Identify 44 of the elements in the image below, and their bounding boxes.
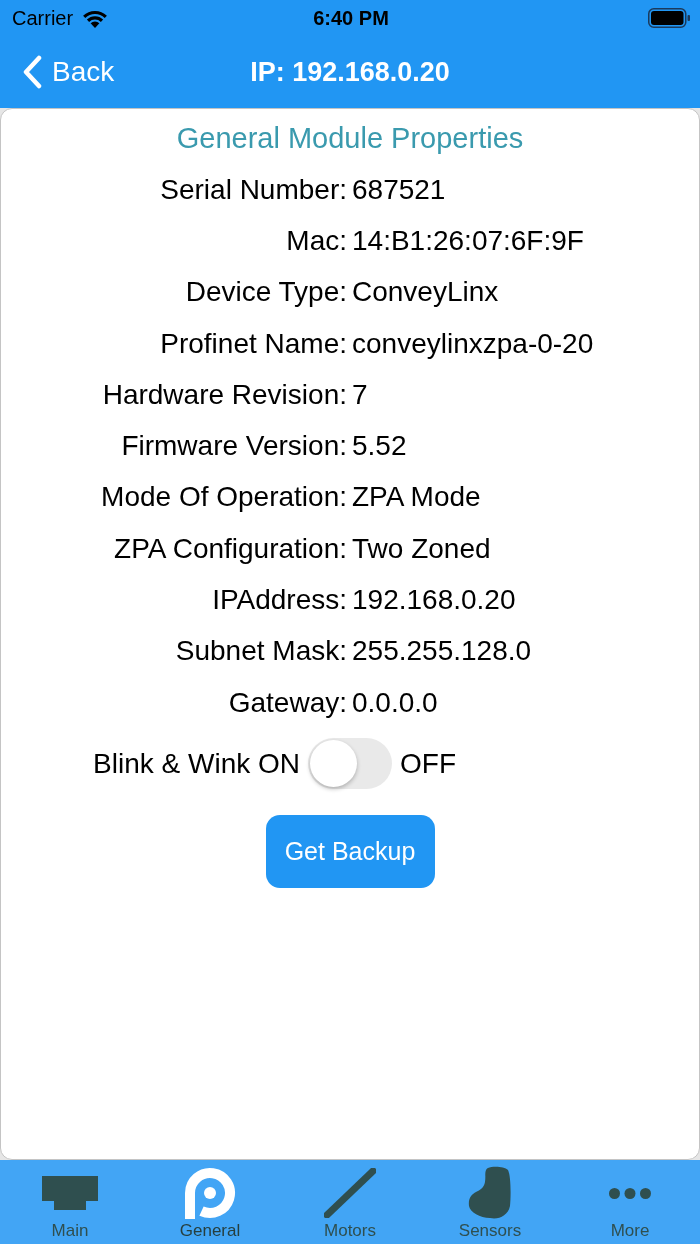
blob-icon <box>468 1166 512 1220</box>
property-value: 5.52 <box>352 430 407 463</box>
property-label: Device Type: <box>185 276 347 309</box>
property-label: Subnet Mask: <box>175 635 347 668</box>
tab[interactable]: More <box>560 1160 700 1244</box>
wifi-icon <box>82 8 109 28</box>
tab[interactable]: General <box>140 1160 280 1244</box>
property-value: 192.168.0.20 <box>352 584 516 616</box>
property-value: ZPA Mode <box>352 481 481 514</box>
property-label: ZPA Configuration: <box>114 532 347 565</box>
diagonal-bar-icon <box>324 1168 376 1218</box>
property-value: 255.255.128.0 <box>352 635 532 668</box>
section-title: General Module Properties <box>176 121 524 155</box>
backup-button[interactable]: Get Backup <box>265 815 435 889</box>
property-value: 687521 <box>352 173 446 206</box>
tab[interactable]: Sensors <box>420 1160 560 1244</box>
tab[interactable]: Main <box>0 1160 140 1244</box>
property-label: IPAddress: <box>212 584 347 616</box>
back-button[interactable]: Back <box>0 55 119 89</box>
tray-icon <box>42 1176 98 1210</box>
property-label: Firmware Version: <box>121 430 347 463</box>
property-value: Two Zoned <box>352 532 491 565</box>
property-value: conveylinxzpa-0-20 <box>352 327 594 360</box>
property-value: ConveyLinx <box>352 276 499 309</box>
property-label: Hardware Revision: <box>102 378 347 411</box>
toggle-switch[interactable] <box>308 738 392 790</box>
property-value: 14:B1:26:07:6F:9F <box>352 224 584 257</box>
property-label: Profinet Name: <box>160 327 347 360</box>
toggle-label: Blink & Wink ON <box>93 747 300 780</box>
tab[interactable]: Motors <box>280 1160 420 1244</box>
status-time: 6:40 PM <box>313 6 389 30</box>
property-label: Serial Number: <box>160 173 347 206</box>
property-value: 7 <box>352 378 368 411</box>
letter-p-icon <box>184 1167 236 1219</box>
more-icon <box>609 1187 651 1199</box>
property-label: Mode Of Operation: <box>101 481 347 514</box>
property-label: Mac: <box>286 224 347 257</box>
carrier-label: Carrier <box>12 6 74 30</box>
property-value: 0.0.0.0 <box>352 686 438 719</box>
nav-title: IP: 192.168.0.20 <box>250 56 450 88</box>
battery-icon <box>648 8 690 28</box>
toggle-off-label: OFF <box>400 747 456 780</box>
property-label: Gateway: <box>228 686 347 719</box>
chevron-left-icon <box>22 55 42 89</box>
